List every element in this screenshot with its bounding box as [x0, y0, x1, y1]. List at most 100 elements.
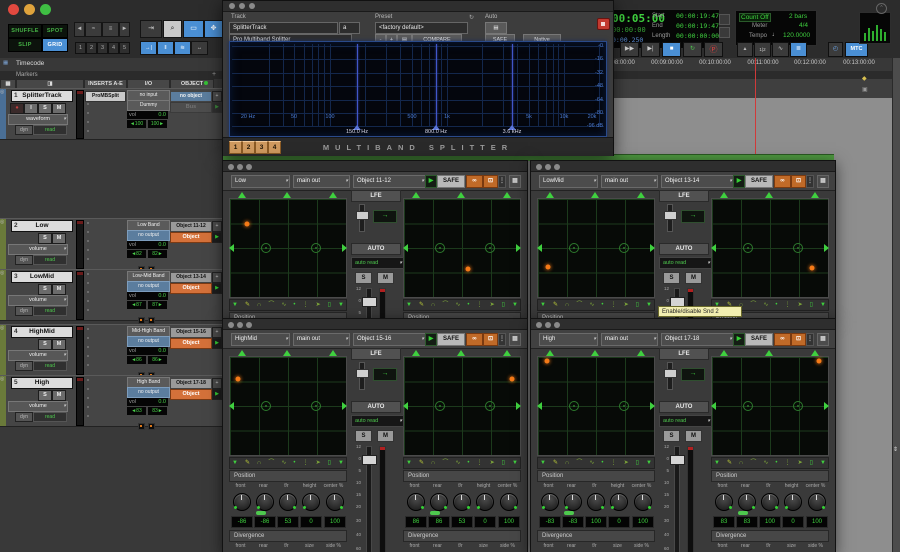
- arc-down-tool-icon[interactable]: ⌒: [576, 300, 582, 310]
- center-knob[interactable]: [634, 493, 652, 511]
- dot-tool-icon[interactable]: •: [467, 458, 469, 468]
- bottom-speaker-icon[interactable]: ▼: [512, 458, 518, 468]
- window-menu-icon[interactable]: ▦: [509, 333, 521, 346]
- expand-window-button[interactable]: ⊡: [791, 175, 806, 188]
- length-value[interactable]: 00:00:00:00: [676, 32, 719, 40]
- close-icon[interactable]: [228, 163, 234, 170]
- output-selector[interactable]: no output: [127, 230, 170, 241]
- tempo-value[interactable]: 120.0000: [783, 32, 810, 39]
- object-play-icon[interactable]: ▶: [212, 389, 222, 400]
- pan-left-value[interactable]: ◄82: [127, 250, 146, 258]
- dyn-button[interactable]: dyn: [15, 361, 33, 371]
- rect-tool-icon[interactable]: ▯: [810, 300, 813, 310]
- zoom-icon[interactable]: [246, 163, 252, 170]
- bottom-speaker-icon[interactable]: ▼: [540, 458, 546, 468]
- insert-slots[interactable]: [87, 379, 89, 424]
- rear-knob[interactable]: [256, 493, 274, 511]
- curve-tool-icon[interactable]: ∿: [455, 458, 460, 468]
- rect-tool-icon[interactable]: ▯: [502, 458, 505, 468]
- output-selector[interactable]: no output: [127, 281, 170, 292]
- more-options-button[interactable]: ⋮: [498, 175, 506, 188]
- rear-knob[interactable]: [430, 493, 448, 511]
- insert-slots[interactable]: [87, 273, 89, 318]
- object-play-icon[interactable]: ▶: [212, 232, 222, 243]
- target-button[interactable]: [597, 18, 610, 30]
- object-position-dot[interactable]: [545, 264, 551, 270]
- minimize-window-button[interactable]: [24, 4, 35, 15]
- bottom-speaker-icon[interactable]: ▼: [232, 300, 238, 310]
- fr-knob[interactable]: [587, 493, 605, 511]
- left-speaker-icon[interactable]: [711, 402, 716, 410]
- crossover-line-3[interactable]: [512, 44, 513, 126]
- volume-fader[interactable]: [362, 446, 377, 552]
- object-play-icon[interactable]: ▶: [212, 338, 222, 349]
- dots-tool-icon[interactable]: ⋮: [785, 300, 791, 310]
- panner-track-selector[interactable]: Low ▾: [231, 175, 290, 188]
- pan-right-value[interactable]: 87►: [148, 301, 167, 309]
- curve-tool-icon[interactable]: ∿: [589, 300, 594, 310]
- center-knob[interactable]: [326, 493, 344, 511]
- arc-down-tool-icon[interactable]: ⌒: [268, 458, 274, 468]
- count-off-toggle[interactable]: Count Off: [739, 13, 771, 22]
- object-enable-button[interactable]: ▶: [733, 333, 745, 346]
- object-position-dot[interactable]: [816, 358, 822, 364]
- left-speaker-icon[interactable]: [403, 402, 408, 410]
- pan-readout[interactable]: ◄82 82►: [127, 250, 168, 258]
- track-freeze-icon[interactable]: ◎: [0, 89, 4, 95]
- track-row[interactable]: ◎ 4 HighMid S M volume ▾ dyn read Mid-High…: [0, 324, 222, 379]
- minimize-icon[interactable]: [545, 163, 551, 170]
- panner-titlebar[interactable]: [531, 161, 835, 172]
- pan-grid[interactable]: [229, 198, 347, 298]
- automation-abbr-selector[interactable]: a: [339, 22, 360, 34]
- input-monitor-button[interactable]: I: [24, 103, 38, 114]
- pencil-tool-icon[interactable]: ✎: [245, 458, 250, 468]
- arrow-tool-icon[interactable]: ➤: [490, 458, 495, 468]
- minimize-icon[interactable]: [239, 3, 245, 9]
- panner-object-selector[interactable]: Object 11-12 ▾: [353, 175, 426, 188]
- dyn-button[interactable]: dyn: [15, 306, 33, 316]
- timebase-label[interactable]: Timecode: [16, 60, 44, 67]
- pan-grid[interactable]: [711, 198, 829, 298]
- object-play-icon[interactable]: ▶: [212, 102, 222, 113]
- right-speaker-icon[interactable]: [516, 402, 521, 410]
- height-knob[interactable]: [784, 493, 802, 511]
- mute-button[interactable]: M: [52, 284, 66, 295]
- object-toggle-button[interactable]: Object: [170, 232, 212, 243]
- pan-grid[interactable]: [403, 356, 521, 456]
- solo-button[interactable]: S: [355, 272, 372, 284]
- output-selector[interactable]: no output: [127, 387, 170, 398]
- bottom-speaker-icon[interactable]: ▼: [406, 300, 412, 310]
- automation-mode-selector[interactable]: auto read ▾: [351, 257, 404, 269]
- zoom-preset-3[interactable]: 3: [97, 42, 108, 54]
- dot-tool-icon[interactable]: •: [293, 300, 295, 310]
- object-position-dot[interactable]: [544, 358, 550, 364]
- record-button[interactable]: Ⓟ: [704, 42, 723, 57]
- arc-up-tool-icon[interactable]: ∩: [739, 458, 743, 468]
- height-knob[interactable]: [476, 493, 494, 511]
- arc-down-tool-icon[interactable]: ⌒: [268, 300, 274, 310]
- link-channels-button[interactable]: ∞: [774, 175, 791, 188]
- arc-down-tool-icon[interactable]: ⌒: [442, 300, 448, 310]
- trim-tool-button[interactable]: ▭: [183, 20, 204, 38]
- lfe-fader[interactable]: [356, 362, 369, 390]
- right-speaker-icon[interactable]: [824, 402, 829, 410]
- arrow-tool-icon[interactable]: ➤: [624, 458, 629, 468]
- more-options-button[interactable]: ⋮: [806, 175, 814, 188]
- curve-tool-icon[interactable]: ∿: [281, 300, 286, 310]
- solo-button[interactable]: S: [38, 233, 52, 244]
- solo-button[interactable]: S: [663, 430, 680, 442]
- zoom-icon[interactable]: [249, 3, 255, 9]
- dot-tool-icon[interactable]: •: [775, 458, 777, 468]
- insertion-follows-button[interactable]: ↔: [191, 41, 208, 55]
- zoom-in-arrow[interactable]: ►: [119, 22, 130, 37]
- sub-counter[interactable]: 00:00:00: [612, 26, 646, 34]
- arrow-tool-icon[interactable]: ➤: [316, 300, 321, 310]
- bottom-speaker-icon[interactable]: ▼: [232, 458, 238, 468]
- dot-tool-icon[interactable]: •: [775, 300, 777, 310]
- track-name[interactable]: 2 Low: [11, 220, 73, 232]
- tempo-ramp-button[interactable]: ∿: [772, 42, 789, 57]
- pan-grid[interactable]: [403, 198, 521, 298]
- scroll-nub-icon[interactable]: ⇕: [893, 446, 898, 453]
- panner-output-selector[interactable]: main out ▾: [601, 175, 658, 188]
- dots-tool-icon[interactable]: ⋮: [303, 300, 309, 310]
